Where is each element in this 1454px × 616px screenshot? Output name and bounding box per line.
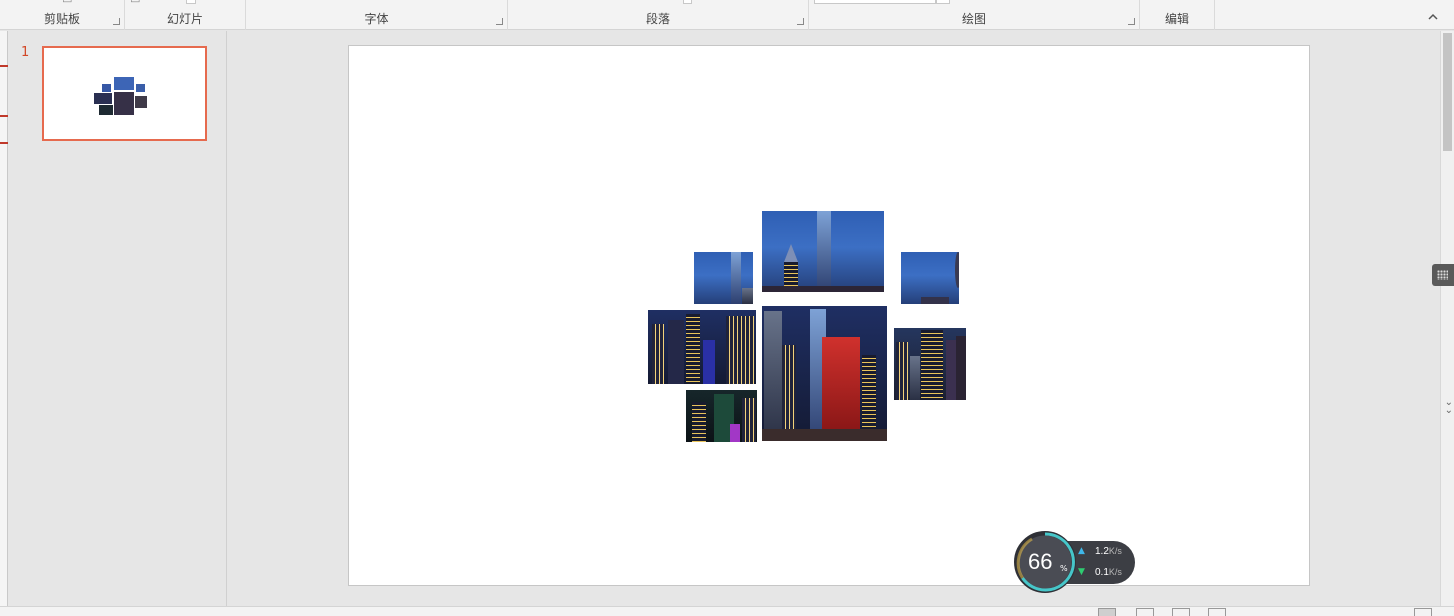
photo-building	[742, 288, 753, 304]
launcher-icon[interactable]	[1128, 18, 1135, 25]
thumbnail-photo	[114, 77, 134, 90]
photo-building	[692, 402, 706, 442]
arrow-down-icon: ▼	[1078, 567, 1085, 577]
slide-editing-area	[228, 31, 1440, 606]
slideshow-button[interactable]	[1208, 608, 1226, 616]
photo-spire	[784, 244, 798, 262]
slide-number: 1	[21, 45, 30, 60]
photo-building	[652, 324, 664, 384]
slide-canvas[interactable]	[348, 45, 1310, 586]
grid-handle-icon[interactable]	[1432, 264, 1454, 286]
photo-building	[896, 342, 908, 400]
photo-building	[946, 340, 956, 400]
download-rate: 0.1K/s	[1095, 567, 1122, 578]
launcher-icon[interactable]	[797, 18, 804, 25]
ribbon-group-slides: 幻灯片	[125, 0, 246, 30]
ribbon: ▭ ▭ 剪贴板 幻灯片 字体 段落 绘图 编辑	[0, 0, 1454, 30]
download-value: 0.1	[1095, 567, 1109, 578]
scrollbar-thumb[interactable]	[1443, 33, 1452, 151]
collage-photo-top-center[interactable]	[762, 211, 884, 292]
photo-building	[703, 340, 715, 384]
vertical-scrollbar[interactable]	[1440, 31, 1454, 606]
upload-value: 1.2	[1095, 546, 1109, 557]
upload-unit: K/s	[1108, 546, 1122, 556]
photo-building	[686, 314, 700, 384]
percent-sign: %	[1060, 564, 1068, 573]
photo-building	[956, 336, 966, 400]
launcher-icon[interactable]	[496, 18, 503, 25]
slide-thumbnail-pane: 1	[8, 31, 227, 606]
photo-building	[764, 311, 782, 441]
thumbnail-photo	[99, 105, 113, 115]
thumbnail-photo	[135, 96, 147, 108]
photo-neon-sign	[730, 424, 740, 442]
slide-sorter-button[interactable]	[1136, 608, 1154, 616]
ribbon-group-editing: 编辑	[1140, 0, 1215, 30]
reading-view-button[interactable]	[1172, 608, 1190, 616]
edge-divider	[0, 142, 8, 144]
photo-skyline	[921, 297, 949, 304]
memory-percent: 66	[1028, 549, 1053, 574]
collage-photo-center[interactable]	[762, 306, 887, 441]
background-window-edge	[0, 31, 8, 606]
ribbon-group-label: 字体	[364, 12, 389, 26]
photo-skyline	[762, 286, 884, 292]
chevron-up-icon[interactable]	[1428, 12, 1438, 22]
collage-photo-middle-left[interactable]	[648, 310, 756, 384]
ribbon-group-clipboard: 剪贴板	[0, 0, 125, 30]
photo-tower	[817, 211, 831, 292]
ribbon-group-label: 编辑	[1164, 12, 1189, 26]
status-bar	[0, 606, 1454, 616]
thumbnail-photo	[94, 93, 112, 104]
thumbnail-photo	[136, 84, 145, 92]
photo-red-building	[822, 337, 860, 441]
ribbon-group-label: 绘图	[961, 12, 986, 26]
photo-building	[668, 320, 684, 384]
normal-view-button[interactable]	[1098, 608, 1116, 616]
photo-sphere	[955, 252, 959, 288]
collage-photo-upper-left[interactable]	[694, 252, 753, 304]
photo-waterfront	[762, 429, 887, 441]
thumbnail-photo	[114, 92, 134, 115]
collage-photo-upper-right[interactable]	[901, 252, 959, 304]
ribbon-group-label: 段落	[645, 12, 670, 26]
download-unit: K/s	[1108, 567, 1122, 577]
ribbon-group-label: 剪贴板	[43, 12, 80, 26]
photo-tower	[731, 252, 741, 304]
photo-building	[726, 316, 754, 384]
thumbnail-photo	[102, 84, 111, 92]
fit-slide-button[interactable]	[1414, 608, 1432, 616]
edge-divider	[0, 65, 8, 67]
ribbon-group-drawing: 绘图	[809, 0, 1140, 30]
memory-gauge: 66 %	[1014, 531, 1076, 593]
collage-photo-middle-right[interactable]	[894, 328, 966, 400]
ribbon-group-font: 字体	[246, 0, 508, 30]
photo-building	[910, 356, 920, 400]
slide-thumbnail[interactable]	[42, 46, 207, 141]
launcher-icon[interactable]	[113, 18, 120, 25]
photo-building	[742, 398, 756, 442]
double-chevron-down-icon[interactable]: ⌄ ⌄	[1445, 398, 1453, 416]
ribbon-group-paragraph: 段落	[508, 0, 809, 30]
network-monitor-widget[interactable]: 66 % ▲ 1.2K/s ▼ 0.1K/s	[1014, 531, 1135, 593]
powerpoint-window: ▭ ▭ 剪贴板 幻灯片 字体 段落 绘图 编辑	[0, 0, 1454, 616]
collage-photo-bottom-left[interactable]	[686, 390, 757, 442]
ribbon-group-label: 幻灯片	[166, 12, 203, 26]
upload-rate: 1.2K/s	[1095, 546, 1122, 557]
photo-building	[921, 330, 943, 400]
edge-divider	[0, 115, 8, 117]
photo-building	[782, 345, 796, 441]
arrow-up-icon: ▲	[1078, 546, 1085, 556]
